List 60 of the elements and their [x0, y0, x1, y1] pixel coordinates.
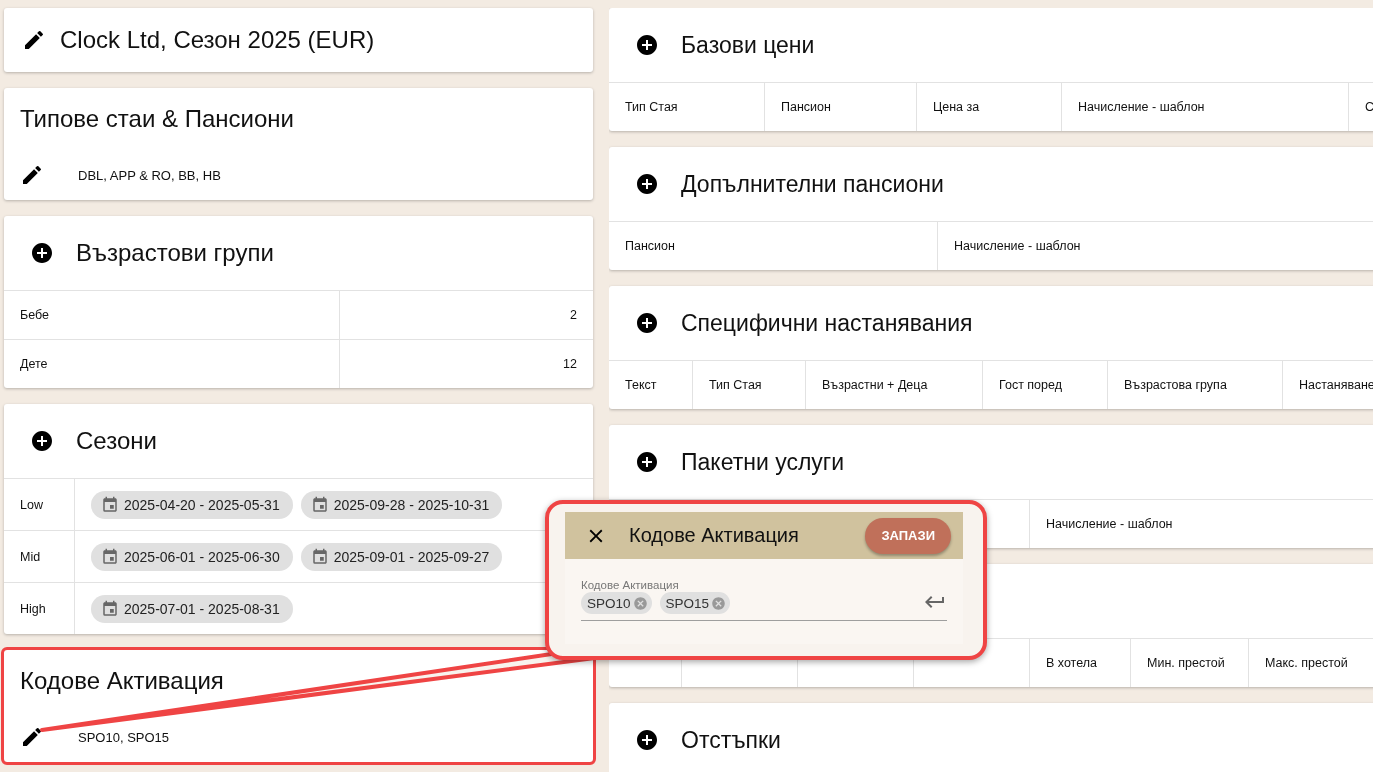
column-header: С: [1348, 83, 1373, 131]
code-chip: SPO10: [581, 592, 652, 614]
column-header: Възрастова група: [1107, 361, 1282, 409]
calendar-icon: [101, 547, 119, 566]
table-cell: 2: [339, 291, 593, 339]
card-title: Специфични настанявания: [681, 309, 973, 337]
column-header: Начисление - шаблон: [937, 222, 1373, 270]
add-icon[interactable]: [30, 241, 54, 265]
add-icon[interactable]: [635, 311, 659, 335]
add-icon[interactable]: [635, 450, 659, 474]
dialog-title: Кодове Активация: [629, 524, 800, 547]
code-chip: SPO15: [659, 592, 731, 614]
table-cell-text: Mid: [19, 548, 42, 566]
card-value: DBL, APP & RO, BB, HB: [78, 167, 221, 183]
card-title: Допълнителни пансиони: [681, 170, 944, 198]
column-header: Гост поред: [982, 361, 1107, 409]
table-cell: 12: [339, 340, 593, 388]
add-icon[interactable]: [30, 429, 54, 453]
card-title: Възрастови групи: [76, 239, 274, 267]
card-title: Сезони: [76, 427, 157, 455]
calendar-icon: [101, 599, 119, 618]
add-icon[interactable]: [635, 172, 659, 196]
date-range-chip: 2025-09-01 - 2025-09-27: [300, 542, 503, 571]
card-title: Пакетни услуги: [681, 448, 845, 476]
field-label: Кодове Активация: [581, 579, 680, 591]
edit-icon[interactable]: [22, 28, 46, 52]
table-cell-text: Бебе: [19, 307, 50, 324]
date-range-chip: 2025-06-01 - 2025-06-30: [91, 542, 293, 571]
column-header: Възрастни + Деца: [805, 361, 982, 409]
calendar-icon: [310, 547, 329, 566]
save-button[interactable]: ЗАПАЗИ: [865, 517, 951, 554]
date-range-chip: 2025-09-28 - 2025-10-31: [300, 490, 503, 519]
card-title: Отстъпки: [681, 726, 781, 754]
card-title: Базови цени: [681, 31, 815, 59]
column-header: Начисление - шаблон: [1061, 83, 1348, 131]
calendar-icon: [310, 495, 329, 514]
column-header: Макс. престой: [1248, 639, 1373, 687]
column-header: Тип Стая: [692, 361, 805, 409]
table-cell-text: Дете: [19, 356, 49, 373]
card-value: SPO10, SPO15: [78, 729, 170, 745]
page-title: Clock Ltd, Сезон 2025 (EUR): [60, 26, 375, 54]
column-header: Пансион: [624, 238, 676, 255]
table-cell-text: Low: [19, 496, 44, 514]
column-header: Пансион: [764, 83, 916, 131]
date-range-chip: 2025-04-20 - 2025-05-31: [91, 490, 293, 519]
column-header: Цена за: [916, 83, 1061, 131]
edit-icon[interactable]: [20, 725, 44, 749]
date-range-chip: 2025-07-01 - 2025-08-31: [91, 594, 293, 623]
column-header: Текст: [624, 377, 658, 394]
column-header: Начисление - шаблон: [1029, 500, 1369, 548]
edit-icon[interactable]: [20, 163, 44, 187]
table-cell-text: High: [19, 600, 47, 618]
column-header: В хотела: [1029, 639, 1130, 687]
calendar-icon: [101, 495, 119, 514]
card-title: Кодове Активация: [20, 667, 224, 695]
add-icon[interactable]: [635, 33, 659, 57]
column-header: Тип Стая: [624, 99, 679, 116]
column-header: Мин. престой: [1130, 639, 1248, 687]
add-icon[interactable]: [635, 728, 659, 752]
card-title: Типове стаи & Пансиони: [20, 105, 294, 133]
